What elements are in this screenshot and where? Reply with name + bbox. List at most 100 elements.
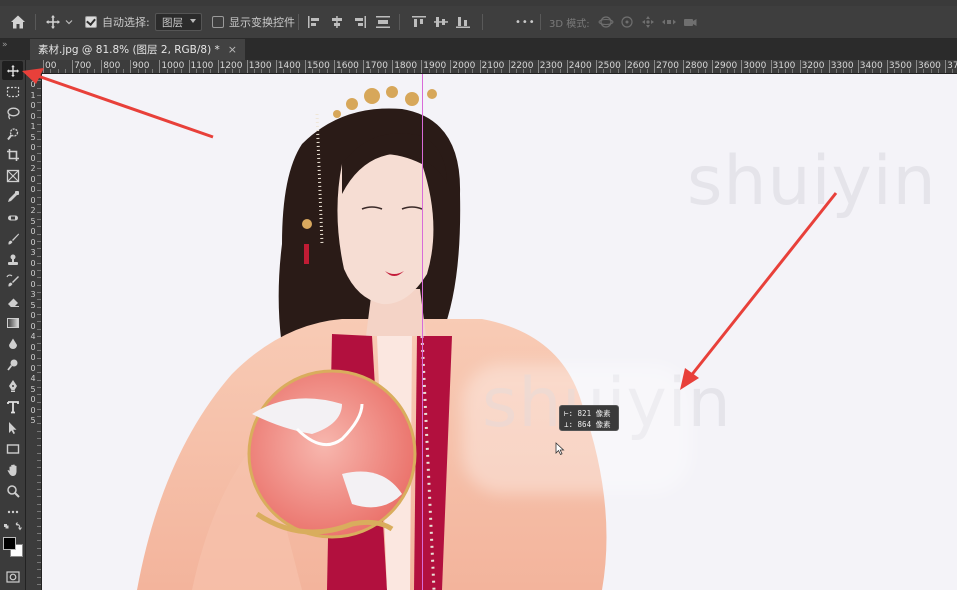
lasso-tool[interactable] xyxy=(2,103,23,122)
dodge-tool[interactable] xyxy=(2,355,23,374)
ruler-label: 0 xyxy=(30,153,36,163)
ruler-label: 0 xyxy=(30,237,36,247)
ruler-minor-tick xyxy=(37,306,41,308)
ruler-minor-tick xyxy=(37,262,41,264)
ruler-label: 2300 xyxy=(539,61,563,71)
ruler-minor-tick xyxy=(37,532,41,534)
vertical-guide[interactable] xyxy=(422,74,423,590)
coordinate-tooltip: ⊢: 821 像素 ⊥: 864 像素 xyxy=(559,405,619,431)
crop-tool[interactable] xyxy=(2,145,23,164)
dodge-icon xyxy=(6,359,17,371)
align-left-edges-button[interactable] xyxy=(307,6,323,38)
rectangle-tool[interactable] xyxy=(2,439,23,458)
eyedropper-tool[interactable] xyxy=(2,187,23,206)
align-middle-icon xyxy=(434,17,448,27)
ruler-minor-tick xyxy=(37,423,41,425)
show-transform-checkbox[interactable] xyxy=(212,16,224,28)
align-top-edges-button[interactable] xyxy=(411,6,427,38)
align-bottom-edges-button[interactable] xyxy=(455,6,471,38)
tool-preset-picker[interactable] xyxy=(45,6,73,38)
document-tab[interactable]: 素材.jpg @ 81.8% (图层 2, RGB/8) * × xyxy=(30,39,245,60)
align-horizontal-centers-button[interactable] xyxy=(329,6,345,38)
ruler-tick xyxy=(130,60,132,73)
align-vertical-centers-button[interactable] xyxy=(433,6,449,38)
3d-roll-button[interactable] xyxy=(619,6,635,38)
blur-tool[interactable] xyxy=(2,334,23,353)
watermark-text: shuiyin xyxy=(687,142,937,221)
auto-select-checkbox[interactable] xyxy=(85,16,97,28)
auto-select-option[interactable]: 自动选择: xyxy=(85,6,150,38)
quick-mask[interactable] xyxy=(2,567,23,586)
ruler-label: 3 xyxy=(30,290,36,299)
ruler-label: 0 xyxy=(30,353,36,362)
healing-brush-tool[interactable] xyxy=(2,208,23,227)
ruler-tick xyxy=(654,60,656,73)
3d-slide-button[interactable] xyxy=(661,6,677,38)
ruler-tick xyxy=(828,60,830,73)
ruler-minor-tick xyxy=(37,394,41,396)
type-tool[interactable] xyxy=(2,397,23,416)
swap-colors[interactable] xyxy=(2,521,23,533)
color-swatches[interactable] xyxy=(3,536,23,558)
ruler-minor-tick xyxy=(37,386,41,388)
document-canvas[interactable]: shuiyin shuiyin ⊢: 821 像素 ⊥: 864 像素 xyxy=(42,74,957,590)
pen-tool[interactable] xyxy=(2,376,23,395)
ruler-minor-tick xyxy=(123,69,125,73)
ruler-label: 4 xyxy=(30,332,36,341)
align-right-edges-button[interactable] xyxy=(351,6,367,38)
pan-icon xyxy=(642,16,654,28)
3d-scale-button[interactable] xyxy=(682,6,698,38)
quick-select-tool[interactable] xyxy=(2,124,23,143)
distribute-vertical-button[interactable] xyxy=(375,6,391,38)
edit-toolbar[interactable] xyxy=(2,502,23,521)
magnifier-icon xyxy=(6,484,20,498)
align-top-icon xyxy=(412,16,426,27)
ruler-minor-tick xyxy=(152,69,154,73)
auto-select-target-dropdown[interactable]: 图层 xyxy=(155,6,202,38)
ruler-minor-tick xyxy=(37,299,41,301)
home-button[interactable] xyxy=(9,6,27,38)
ruler-minor-tick xyxy=(93,69,95,73)
3d-pan-button[interactable] xyxy=(640,6,656,38)
ruler-minor-tick xyxy=(37,401,41,403)
ruler-vertical[interactable]: 010015002000250030003500400045005 xyxy=(26,73,42,590)
marquee-tool[interactable] xyxy=(2,82,23,101)
ruler-label: 0 xyxy=(30,395,36,404)
ruler-tick xyxy=(508,60,510,73)
ruler-tick xyxy=(246,60,248,73)
3d-orbit-button[interactable] xyxy=(598,6,614,38)
brush-tool[interactable] xyxy=(2,229,23,248)
ruler-label: 2100 xyxy=(481,61,505,71)
eraser-tool[interactable] xyxy=(2,292,23,311)
ruler-label: 4 xyxy=(30,374,36,383)
swap-colors-icon xyxy=(3,522,22,531)
more-options-button[interactable]: ••• xyxy=(515,6,536,38)
path-select-tool[interactable] xyxy=(2,418,23,437)
ruler-minor-tick xyxy=(37,255,41,257)
close-tab-icon[interactable]: × xyxy=(228,43,237,56)
ruler-label: 0 xyxy=(30,143,36,152)
gradient-tool[interactable] xyxy=(2,313,23,332)
move-tool[interactable] xyxy=(2,61,23,80)
ruler-minor-tick xyxy=(37,467,41,469)
ruler-minor-tick xyxy=(37,124,41,126)
separator xyxy=(298,14,299,30)
hand-tool[interactable] xyxy=(2,460,23,479)
panel-collapse-toggle[interactable]: » xyxy=(2,40,8,50)
zoom-tool[interactable] xyxy=(2,481,23,500)
orbit-icon xyxy=(598,16,614,28)
history-brush-tool[interactable] xyxy=(2,271,23,290)
eraser-icon xyxy=(7,298,19,307)
move-icon xyxy=(6,64,19,77)
arrow-cursor-icon xyxy=(8,421,16,434)
ruler-horizontal[interactable]: 00 700 800 900 1000 1100 1200 1300 1400 1500 1600 1… xyxy=(42,60,957,74)
ruler-corner[interactable] xyxy=(26,60,43,74)
ruler-minor-tick xyxy=(37,503,41,505)
show-transform-option[interactable]: 显示变换控件 xyxy=(212,6,295,38)
ruler-minor-tick xyxy=(37,160,41,162)
foreground-color-swatch[interactable] xyxy=(3,537,16,550)
clone-stamp-tool[interactable] xyxy=(2,250,23,269)
ruler-label: 1800 xyxy=(394,61,418,71)
frame-tool[interactable] xyxy=(2,166,23,185)
ruler-label: 3100 xyxy=(772,61,796,71)
